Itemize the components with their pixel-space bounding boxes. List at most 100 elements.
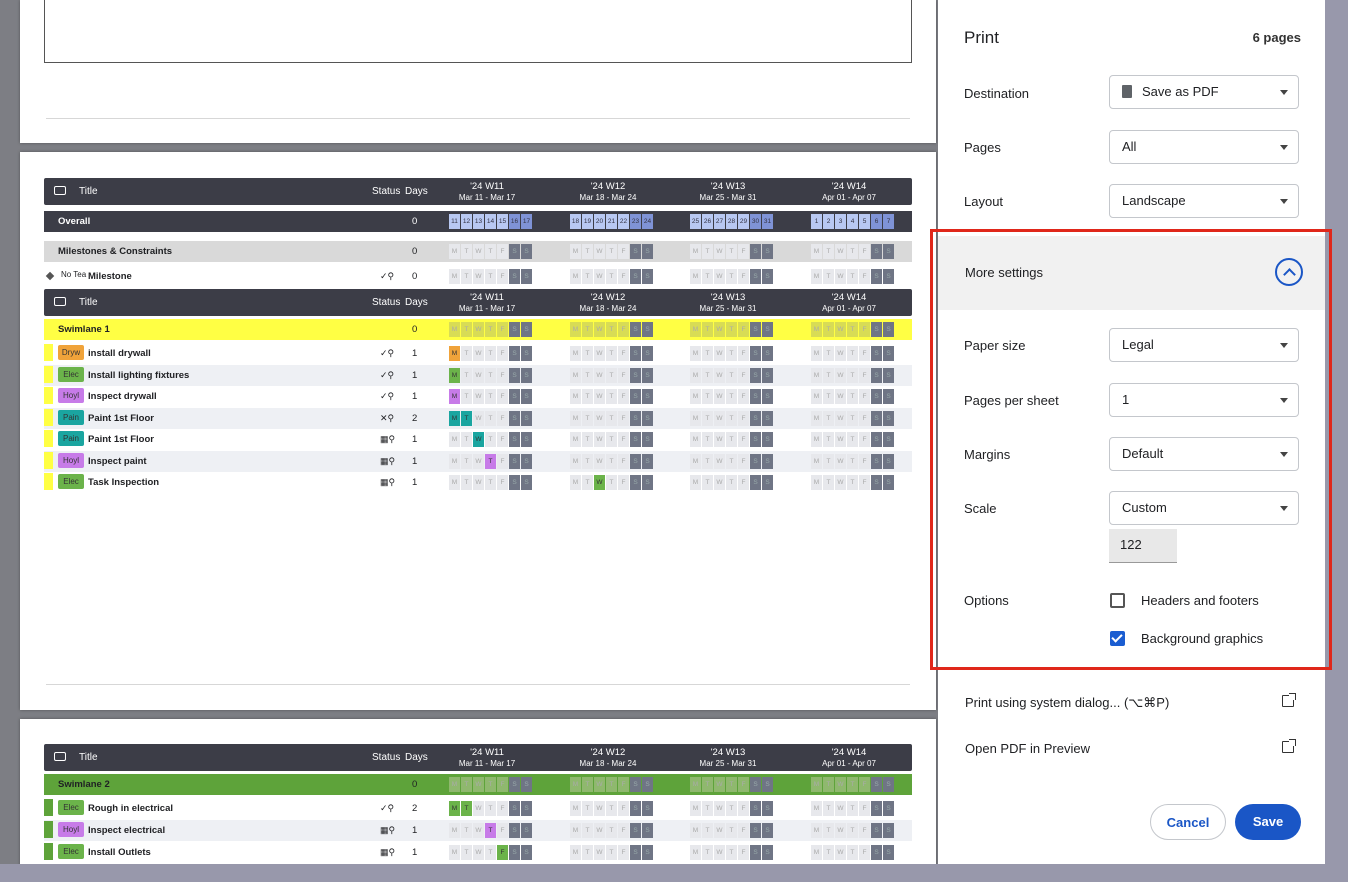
- day-cell: T: [726, 432, 737, 447]
- row-days: 1: [412, 348, 418, 359]
- day-cell: S: [642, 475, 653, 490]
- day-cell: T: [726, 322, 737, 337]
- day-cell: T: [847, 269, 858, 284]
- day-cell: W: [473, 389, 484, 404]
- day-cell: S: [509, 389, 520, 404]
- day-cell: F: [618, 322, 629, 337]
- day-cell: T: [823, 801, 834, 816]
- day-cell: S: [750, 823, 761, 838]
- day-cell: M: [449, 244, 460, 259]
- weekday-strip: MTWTFSS: [811, 475, 894, 490]
- day-cell: S: [762, 244, 773, 259]
- day-cell: T: [847, 432, 858, 447]
- weekday-strip: MTWTFSS: [690, 269, 773, 284]
- day-cell: T: [582, 410, 593, 426]
- day-cell: T: [461, 432, 472, 447]
- weekday-strip: MTWTFSS: [570, 367, 653, 383]
- day-cell: T: [847, 845, 858, 860]
- day-cell: W: [594, 432, 605, 447]
- day-cell: W: [714, 322, 725, 337]
- day-cell: W: [835, 367, 846, 383]
- save-button[interactable]: Save: [1235, 804, 1301, 840]
- weekday-strip: MTWTFSS: [449, 845, 532, 860]
- day-cell: 22: [618, 214, 629, 229]
- header-title: Title: [79, 752, 98, 763]
- day-cell: 26: [702, 214, 713, 229]
- swimlane-stripe: [44, 473, 53, 490]
- print-preview[interactable]: Title Status Days '24 W11 Mar 11 - Mar 17'24…: [0, 0, 938, 864]
- day-cell: S: [642, 244, 653, 259]
- day-cell: M: [570, 389, 581, 404]
- day-cell: F: [497, 389, 508, 404]
- cancel-button[interactable]: Cancel: [1150, 804, 1226, 840]
- weekday-strip: MTWTFSS: [690, 777, 773, 792]
- day-cell: S: [521, 432, 532, 447]
- day-cell: S: [762, 269, 773, 284]
- day-cell: W: [835, 432, 846, 447]
- day-cell: T: [461, 367, 472, 383]
- weekday-strip: MTWTFSS: [690, 410, 773, 426]
- pages-select[interactable]: All: [1109, 130, 1299, 164]
- external-link-icon[interactable]: [1282, 739, 1296, 753]
- day-cell: 3: [835, 214, 846, 229]
- weekday-strip: MTWTFSS: [570, 845, 653, 860]
- destination-select[interactable]: Save as PDF: [1109, 75, 1299, 109]
- day-cell: T: [461, 269, 472, 284]
- day-cell: W: [835, 777, 846, 792]
- day-cell: W: [594, 410, 605, 426]
- week-range: Apr 01 - Apr 07: [822, 304, 876, 313]
- day-cell: T: [461, 475, 472, 490]
- day-cell: T: [726, 777, 737, 792]
- day-cell: F: [859, 432, 870, 447]
- day-cell: T: [606, 322, 617, 337]
- day-cell: S: [642, 367, 653, 383]
- header-status: Status: [372, 297, 401, 308]
- diamond-icon: [45, 271, 55, 281]
- pages-value: All: [1122, 139, 1137, 154]
- header-title: Title: [79, 186, 98, 197]
- row-days: 1: [412, 825, 418, 836]
- table-row: Elec Task Inspection ▦⚲ 1 M T W T F S S M T W T F S S M T W T…: [44, 472, 912, 493]
- weekday-strip: MTWTFSS: [811, 823, 894, 838]
- day-cell: M: [811, 367, 822, 383]
- day-cell: M: [570, 432, 581, 447]
- layout-select[interactable]: Landscape: [1109, 184, 1299, 218]
- calendar-icon: [54, 752, 66, 761]
- day-cell: S: [642, 322, 653, 337]
- day-cell: S: [762, 367, 773, 383]
- day-cell: M: [811, 432, 822, 447]
- page-divider: [46, 118, 910, 119]
- day-cell: T: [606, 367, 617, 383]
- day-cell: W: [594, 845, 605, 860]
- system-dialog-link[interactable]: Print using system dialog... (⌥⌘P): [965, 695, 1169, 711]
- day-cell: T: [485, 389, 496, 404]
- day-cell: F: [618, 269, 629, 284]
- day-cell: F: [497, 823, 508, 838]
- day-cell: S: [642, 453, 653, 469]
- open-pdf-link[interactable]: Open PDF in Preview: [965, 741, 1090, 756]
- week-name: '24 W11: [470, 292, 504, 303]
- day-cell: T: [606, 845, 617, 860]
- row-days: 1: [412, 477, 418, 488]
- day-cell: S: [509, 845, 520, 860]
- day-cell: S: [750, 777, 761, 792]
- table-row: Swimlane 20MTWTFSSMTWTFSSMTWTFSSMTWTFSS: [44, 774, 912, 795]
- day-cell: S: [630, 432, 641, 447]
- week-header: '24 W13 Mar 25 - Mar 31: [678, 292, 778, 314]
- day-cell: S: [521, 453, 532, 469]
- weekday-strip: MTWTFSS: [690, 346, 773, 361]
- external-link-icon[interactable]: [1282, 693, 1296, 707]
- day-cell: W: [835, 389, 846, 404]
- weekday-strip: MTWTFSS: [811, 244, 894, 259]
- day-cell: W: [594, 346, 605, 361]
- day-cell: F: [618, 367, 629, 383]
- trade-tag: Hoyl: [58, 452, 84, 468]
- task-label: Install lighting fixtures: [88, 369, 190, 381]
- day-cell: T: [606, 410, 617, 426]
- day-cell: S: [509, 432, 520, 447]
- swimlane-stripe: [44, 408, 53, 426]
- day-cell: F: [618, 346, 629, 361]
- day-cell: W: [594, 322, 605, 337]
- day-cell: T: [606, 453, 617, 469]
- week-range: Mar 25 - Mar 31: [699, 193, 757, 202]
